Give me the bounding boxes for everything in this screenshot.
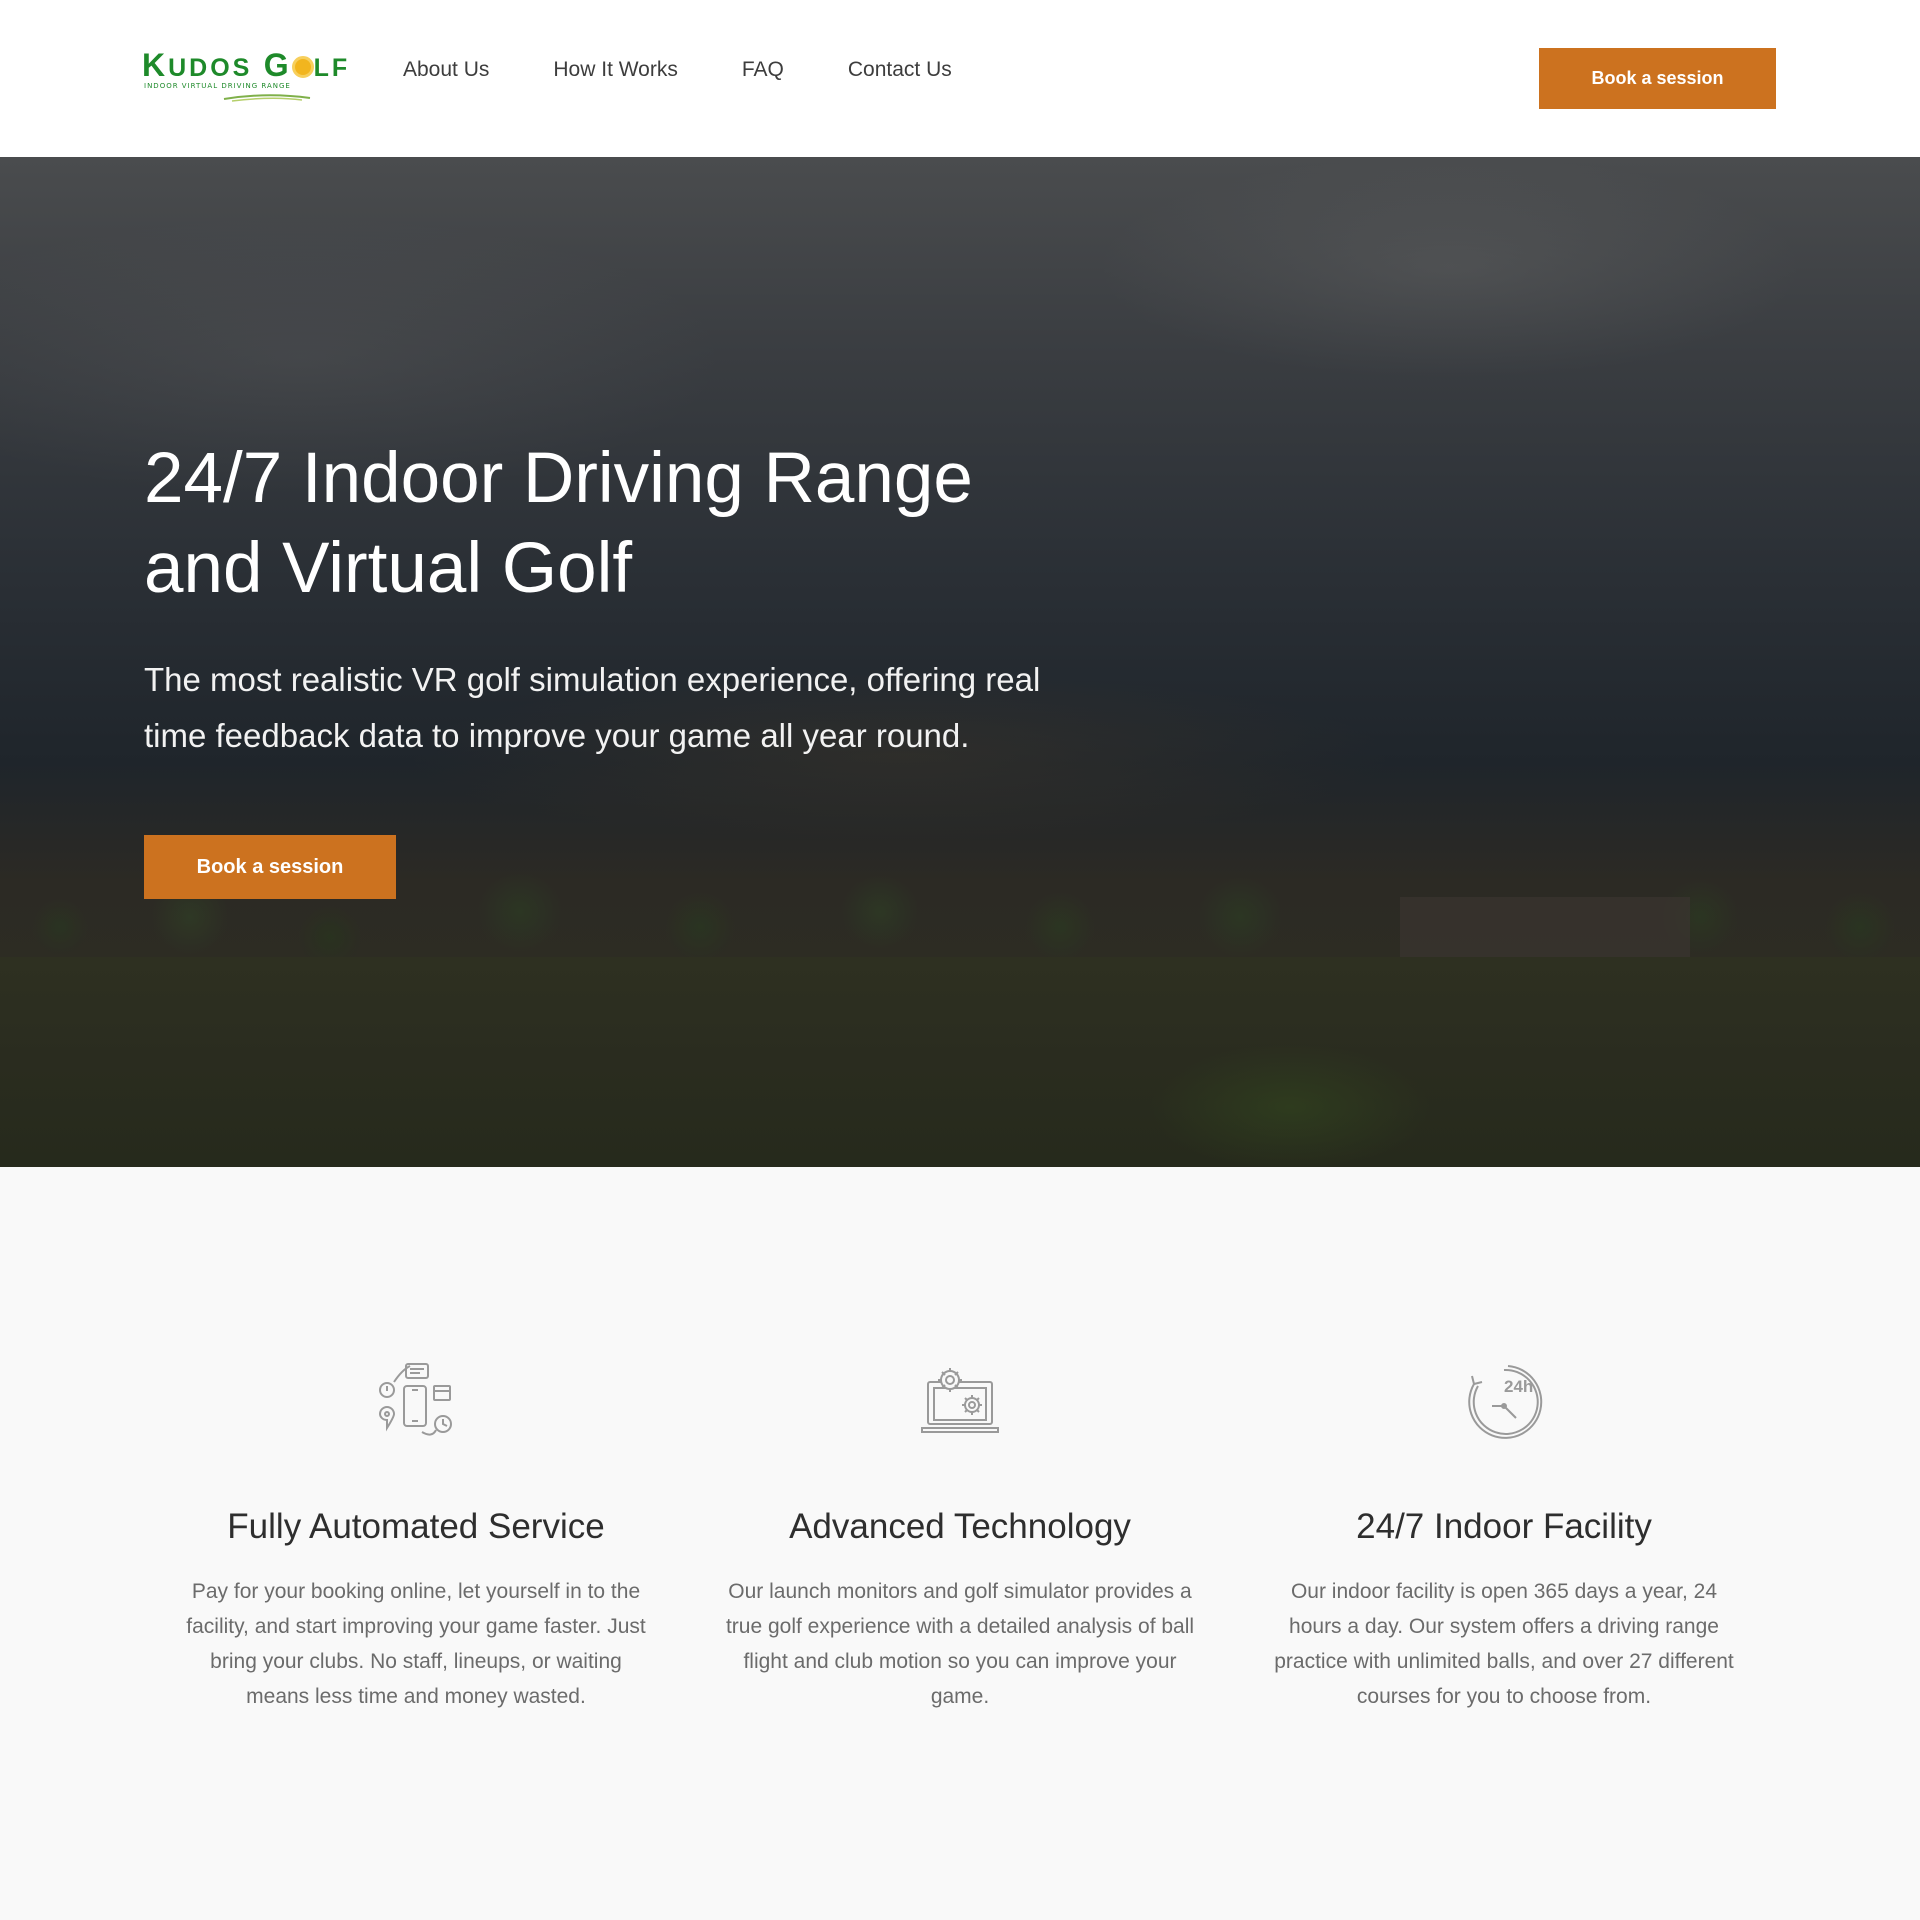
main-nav: About Us How It Works FAQ Contact Us [403, 56, 952, 86]
automation-devices-icon [378, 1363, 452, 1436]
hero-book-session-button[interactable]: Book a session [144, 835, 396, 899]
feature-title: Advanced Technology [789, 1507, 1131, 1546]
header-book-session-button[interactable]: Book a session [1539, 48, 1776, 109]
logo-letter-g: G [263, 47, 292, 83]
feature-card-facility: 24h 24/7 Indoor Facility Our indoor faci… [1269, 1362, 1739, 1714]
golf-ball-icon [291, 56, 314, 78]
logo-tagline: INDOOR VIRTUAL DRIVING RANGE [144, 82, 291, 90]
hero-title-line-2: and Virtual Golf [144, 529, 633, 608]
hero-clubhouse [1400, 897, 1690, 957]
logo-wordmark: KUDOS G LF [142, 47, 347, 83]
feature-card-automated: Fully Automated Service Pay for your boo… [181, 1362, 651, 1714]
nav-faq[interactable]: FAQ [742, 56, 784, 86]
feature-title: Fully Automated Service [227, 1507, 605, 1546]
feature-description: Pay for your booking online, let yoursel… [186, 1580, 646, 1708]
features-section: Fully Automated Service Pay for your boo… [0, 1167, 1920, 1920]
site-header: KUDOS G LF INDOOR VIRTUAL DRIVING RANGE A… [0, 0, 1920, 157]
nav-about-us[interactable]: About Us [403, 56, 489, 86]
hero-section: 24/7 Indoor Driving Range and Virtual Go… [0, 157, 1920, 1167]
logo-letters-lf: LF [313, 54, 351, 82]
feature-card-technology: Advanced Technology Our launch monitors … [725, 1362, 1195, 1714]
swoosh-icon [223, 94, 311, 102]
hero-fairway [0, 957, 1920, 1167]
nav-contact-us[interactable]: Contact Us [848, 56, 952, 86]
hero-title-line-1: 24/7 Indoor Driving Range [144, 439, 973, 518]
laptop-gears-icon [921, 1368, 999, 1433]
hero-subtitle: The most realistic VR golf simulation ex… [144, 661, 1041, 754]
feature-title: 24/7 Indoor Facility [1356, 1507, 1652, 1546]
clock-24h-label: 24h [1504, 1377, 1533, 1396]
logo-letters-udos: UDOS [168, 54, 253, 82]
logo-letter-k: K [142, 47, 169, 83]
feature-description: Our launch monitors and golf simulator p… [725, 1580, 1195, 1708]
nav-how-it-works[interactable]: How It Works [553, 56, 677, 86]
clock-24h-icon: 24h [1468, 1365, 1543, 1439]
hero-title: 24/7 Indoor Driving Range and Virtual Go… [144, 434, 1044, 614]
kudos-golf-logo[interactable]: KUDOS G LF INDOOR VIRTUAL DRIVING RANGE [142, 47, 347, 102]
feature-description: Our indoor facility is open 365 days a y… [1274, 1580, 1734, 1708]
